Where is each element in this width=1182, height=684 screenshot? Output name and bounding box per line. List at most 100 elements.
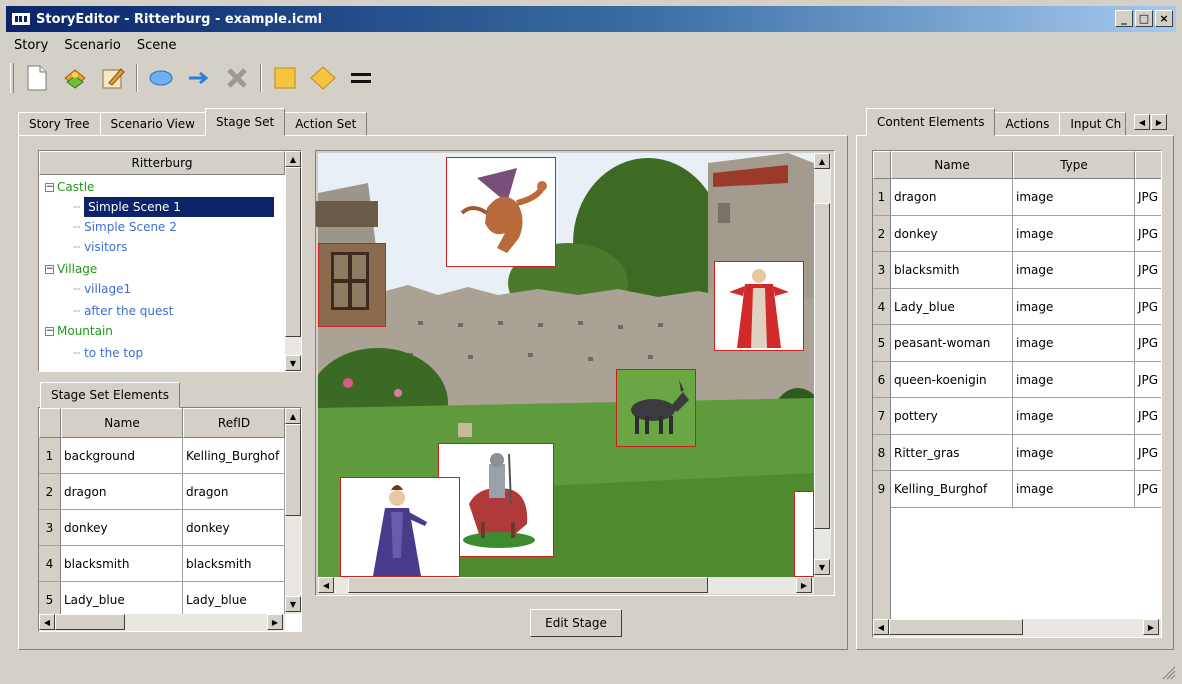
column-header-name[interactable]: Name (61, 408, 183, 438)
row-number[interactable]: 6 (873, 361, 891, 398)
collapse-icon[interactable]: − (45, 327, 54, 336)
scroll-thumb[interactable] (889, 619, 1023, 635)
scroll-right-icon[interactable]: ▶ (1143, 619, 1159, 635)
tree-item-after-the-quest[interactable]: ┄ after the quest (73, 301, 173, 321)
diamond-icon[interactable] (308, 63, 338, 93)
tree-item-simple-scene-1[interactable]: ┄ Simple Scene 1 (73, 197, 283, 217)
tree-item-village1[interactable]: ┄ village1 (73, 279, 131, 299)
stage-sprite-donkey[interactable] (616, 369, 696, 447)
cell-name[interactable]: dragon (891, 179, 1013, 216)
stage-canvas[interactable]: ▲ ▼ ◀ ▶ (315, 150, 835, 596)
row-number[interactable]: 8 (873, 434, 891, 471)
cell-name[interactable]: dragon (61, 474, 183, 510)
tab-scroll-left-icon[interactable]: ◀ (1134, 114, 1150, 130)
collapse-icon[interactable]: − (45, 265, 54, 274)
row-number[interactable]: 3 (39, 510, 61, 546)
cell-type[interactable]: image (1013, 179, 1135, 216)
table-row[interactable]: 4 blacksmith blacksmith (39, 546, 285, 582)
cell-name[interactable]: queen-koenigin (891, 361, 1013, 398)
scroll-thumb[interactable] (285, 167, 301, 337)
row-number[interactable]: 4 (873, 288, 891, 325)
cell-name[interactable]: pottery (891, 398, 1013, 435)
scroll-up-icon[interactable]: ▲ (285, 151, 301, 167)
menu-scenario[interactable]: Scenario (62, 37, 123, 57)
cell-name[interactable]: Lady_blue (891, 288, 1013, 325)
table-row[interactable]: 5 Lady_blue Lady_blue (39, 582, 285, 618)
cell-format[interactable]: JPG (1135, 179, 1161, 216)
row-number[interactable]: 5 (39, 582, 61, 618)
cell-format[interactable]: JPG (1135, 289, 1161, 325)
table-row[interactable]: 2 donkey image JPG (873, 215, 1161, 252)
row-number[interactable]: 2 (873, 215, 891, 252)
cell-format[interactable]: JPG (1135, 362, 1161, 398)
cell-type[interactable]: image (1013, 398, 1135, 435)
cell-refid[interactable]: blacksmith (183, 546, 285, 582)
elements-vertical-scrollbar[interactable]: ▲ ▼ (285, 408, 301, 614)
tab-action-set[interactable]: Action Set (284, 112, 368, 136)
cell-type[interactable]: image (1013, 252, 1135, 289)
tree-vertical-scrollbar[interactable]: ▲ ▼ (285, 151, 301, 371)
cell-format[interactable]: JPG (1135, 398, 1161, 435)
stage-sprite-window[interactable] (318, 243, 386, 327)
tree-item-simple-scene-2[interactable]: ┄ Simple Scene 2 (73, 217, 177, 237)
menu-story[interactable]: Story (12, 37, 50, 57)
cell-name[interactable]: donkey (61, 510, 183, 546)
cell-format[interactable]: JPG (1135, 252, 1161, 289)
cell-type[interactable]: image (1013, 434, 1135, 471)
scroll-thumb[interactable] (55, 614, 125, 630)
menu-scene[interactable]: Scene (135, 37, 179, 57)
tree-item-castle[interactable]: − Castle (45, 177, 94, 197)
tab-scenario-view[interactable]: Scenario View (99, 112, 206, 136)
elements-horizontal-scrollbar[interactable]: ◀ ▶ (39, 614, 285, 631)
tab-scroll-right-icon[interactable]: ▶ (1151, 114, 1167, 130)
tab-actions[interactable]: Actions (994, 112, 1061, 136)
cell-refid[interactable]: Kelling_Burghof (183, 438, 285, 474)
cell-refid[interactable]: donkey (183, 510, 285, 546)
tree-item-visitors[interactable]: ┄ visitors (73, 237, 127, 257)
content-elements-table[interactable]: Name Type 1 dragon image JPG 2 donkey image JPG… (872, 150, 1162, 638)
cell-format[interactable]: JPG (1135, 471, 1161, 508)
maximize-button[interactable]: □ (1135, 10, 1153, 27)
table-row[interactable]: 7 pottery image JPG (873, 398, 1161, 435)
table-row[interactable]: 1 dragon image JPG (873, 179, 1161, 216)
scroll-left-icon[interactable]: ◀ (873, 619, 889, 635)
column-header-refid[interactable]: RefID (183, 408, 285, 438)
resize-grip-icon[interactable] (1160, 664, 1176, 680)
table-row[interactable]: 1 background Kelling_Burghof (39, 438, 285, 474)
table-row[interactable]: 3 donkey donkey (39, 510, 285, 546)
row-number[interactable]: 3 (873, 252, 891, 289)
scroll-thumb[interactable] (814, 203, 830, 529)
content-horizontal-scrollbar[interactable]: ◀ ▶ (873, 619, 1161, 637)
tree-header[interactable]: Ritterburg (39, 151, 285, 175)
stage-horizontal-scrollbar[interactable]: ◀ ▶ (318, 577, 814, 594)
tab-story-tree[interactable]: Story Tree (18, 112, 101, 136)
cell-format[interactable]: JPG (1135, 325, 1161, 362)
scroll-down-icon[interactable]: ▼ (814, 559, 830, 575)
stage-sprite-edge[interactable] (794, 491, 814, 577)
minimize-button[interactable]: _ (1115, 10, 1133, 27)
tab-input-ch[interactable]: Input Ch (1059, 112, 1127, 136)
table-row[interactable]: 4 Lady_blue image JPG (873, 288, 1161, 325)
table-row[interactable]: 6 queen-koenigin image JPG (873, 361, 1161, 398)
ellipse-icon[interactable] (146, 63, 176, 93)
cell-type[interactable]: image (1013, 361, 1135, 398)
stage-elements-table[interactable]: Name RefID 1 background Kelling_Burghof 2 dr… (38, 407, 302, 632)
cell-name[interactable]: peasant-woman (891, 325, 1013, 362)
tree-item-village[interactable]: − Village (45, 259, 97, 279)
row-number[interactable]: 5 (873, 325, 891, 362)
row-number[interactable]: 7 (873, 398, 891, 435)
cell-name[interactable]: Ritter_gras (891, 434, 1013, 471)
row-number[interactable]: 4 (39, 546, 61, 582)
scroll-up-icon[interactable]: ▲ (814, 153, 830, 169)
tree-item-to-the-top[interactable]: ┄ to the top (73, 343, 143, 363)
cell-type[interactable]: image (1013, 215, 1135, 252)
table-row[interactable]: 9 Kelling_Burghof image JPG (873, 471, 1161, 508)
cell-name[interactable]: Kelling_Burghof (891, 471, 1013, 508)
cell-name[interactable]: background (61, 438, 183, 474)
column-header-extra[interactable] (1135, 151, 1161, 179)
scroll-thumb[interactable] (285, 424, 301, 516)
tab-stage-set[interactable]: Stage Set (204, 108, 286, 136)
cell-type[interactable]: image (1013, 471, 1135, 508)
tab-stage-set-elements[interactable]: Stage Set Elements (40, 382, 180, 408)
toolbar-grip[interactable] (10, 63, 14, 93)
